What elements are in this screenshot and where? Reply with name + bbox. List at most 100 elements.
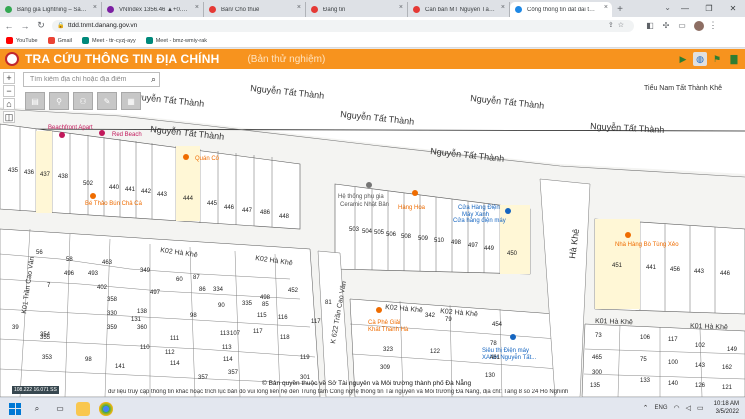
sidebar-icon[interactable]: ▭	[674, 21, 690, 30]
vnindex-favicon-icon	[107, 6, 114, 13]
search-icon[interactable]: ⌕	[30, 402, 44, 416]
menu-icon[interactable]: ⋮	[706, 20, 720, 31]
chat-icon[interactable]: ▇	[727, 52, 741, 66]
parcel-number: 87	[193, 275, 200, 281]
task-view-icon[interactable]: ▭	[53, 402, 67, 416]
reload-icon[interactable]: ↻	[34, 20, 48, 31]
tab-dang-tin[interactable]: Đăng tin ×	[306, 2, 408, 17]
play-icon[interactable]: ▶	[676, 52, 690, 66]
close-window-icon[interactable]: ✕	[721, 0, 745, 17]
close-icon[interactable]: ×	[604, 4, 608, 11]
parcel-number: 130	[485, 373, 496, 379]
file-explorer-icon[interactable]	[76, 401, 90, 416]
header-tools: ▶ ◍ ⚑ ▇	[673, 52, 741, 66]
chrome-icon[interactable]	[99, 401, 113, 416]
bookmark-label: Gmail	[57, 37, 72, 44]
zoom-in-button[interactable]: +	[3, 72, 15, 84]
bookmark-gmail[interactable]: Gmail	[47, 37, 72, 44]
zoom-out-button[interactable]: −	[3, 85, 15, 97]
close-icon[interactable]: ×	[399, 4, 403, 11]
poi-marker-icon[interactable]	[183, 154, 189, 160]
bookmark-youtube[interactable]: YouTube	[6, 37, 38, 44]
extension-icons: ◧ ✣ ▭	[642, 21, 690, 30]
bookmark-meet-2[interactable]: Meet - bmz-wmiy-rak	[145, 37, 207, 44]
zoom-search-icon[interactable]: ⚲	[49, 92, 69, 110]
windows-start-icon[interactable]	[9, 402, 21, 415]
basemap-icon[interactable]: ◍	[693, 52, 707, 66]
puzzle-icon[interactable]: ✣	[658, 21, 674, 30]
parcel-number: 60	[176, 277, 183, 283]
tab-vnindex[interactable]: VNIndex 1356.46 ▲+0.58% ×	[102, 2, 204, 17]
lock-icon[interactable]: 🔒	[57, 22, 64, 29]
parcel-number: 461	[490, 355, 501, 361]
app-header: TRA CỨU THÔNG TIN ĐỊA CHÍNH (Bản thử ngh…	[0, 49, 745, 69]
volume-icon[interactable]: ◁	[686, 404, 691, 412]
search-icon[interactable]: ⌕	[151, 74, 156, 85]
parcel-number: 111	[170, 336, 180, 342]
parcel-number: 349	[140, 268, 151, 274]
tab-search-icon[interactable]: ⌄	[664, 3, 671, 12]
parcel-number: 334	[213, 287, 224, 293]
poi-marker-icon[interactable]	[625, 232, 631, 238]
search-box: ⌕	[23, 72, 160, 87]
parcel-number: 133	[640, 378, 651, 384]
poi-marker-icon[interactable]	[510, 334, 516, 340]
youtube-icon	[6, 37, 13, 44]
wifi-icon[interactable]: ◠	[674, 404, 680, 412]
map-canvas[interactable]: Nguyễn Tất Thành Nguyễn Tất Thành Nguyễn…	[0, 69, 745, 397]
parcel-number: 504	[362, 229, 373, 235]
forward-icon[interactable]: →	[18, 21, 32, 31]
flag-icon[interactable]: ⚑	[710, 52, 724, 66]
poi-marker-icon[interactable]	[366, 182, 372, 188]
parcel-number: 449	[484, 246, 495, 252]
parcel-number: 73	[595, 333, 602, 339]
close-icon[interactable]: ×	[195, 4, 199, 11]
language-indicator[interactable]: ENG	[655, 405, 668, 411]
close-icon[interactable]: ×	[297, 4, 301, 11]
document-icon[interactable]: ▤	[25, 92, 45, 110]
parcel-number: 106	[640, 335, 651, 341]
avatar[interactable]	[694, 20, 704, 31]
layers-icon[interactable]: ◫	[3, 111, 15, 123]
tab-can-ban[interactable]: Căn bán MT Nguyễn Tất Tr ×	[408, 2, 510, 17]
portal-favicon-icon	[515, 6, 522, 13]
share-star-icons[interactable]: ⇪☆	[608, 21, 628, 29]
extension-icon[interactable]: ◧	[642, 21, 658, 30]
grid-icon[interactable]: ▦	[121, 92, 141, 110]
address-bar[interactable]: 🔒 ttdd.tnmt.danang.gov.vn ⇪☆	[52, 19, 634, 32]
poi-marker-icon[interactable]	[99, 130, 105, 136]
parcel-number: 85	[262, 302, 269, 308]
road-label-ntt: Nguyễn Tất Thành	[150, 124, 225, 142]
window-controls: — ❐ ✕	[673, 0, 745, 17]
poi-label: Cửa Hàng Điện	[458, 204, 500, 211]
poi-label: Khát Thành Hà	[368, 327, 409, 333]
poi-marker-icon[interactable]	[412, 190, 418, 196]
maximize-icon[interactable]: ❐	[697, 0, 721, 17]
tab-ban-cho-thue[interactable]: Bán/ Cho thuê ×	[204, 2, 306, 17]
search-input[interactable]	[30, 76, 142, 83]
minimize-icon[interactable]: —	[673, 0, 697, 17]
parcel-number: 7	[47, 283, 51, 289]
close-icon[interactable]: ×	[501, 4, 505, 11]
clock[interactable]: 10:18 AM 3/5/2022	[714, 400, 739, 416]
poi-label: Beachfront Apart	[48, 125, 93, 131]
back-icon[interactable]: ←	[2, 21, 16, 31]
poi-marker-icon[interactable]	[59, 132, 65, 138]
bookmark-meet-1[interactable]: Meet - ttr-cyzj-ayy	[82, 37, 136, 44]
tab-lightning[interactable]: Bảng giá Lightning – Sàn c ×	[0, 2, 102, 17]
tab-cong-thong-tin[interactable]: Cổng thông tin đất đai thàn ×	[510, 2, 612, 17]
chevron-up-icon[interactable]: ⌃	[643, 404, 649, 412]
coordinate-readout: 108.222 16.071 SS	[12, 386, 59, 394]
parcel-number: 506	[386, 232, 397, 238]
parcel-number: 402	[97, 285, 108, 291]
poi-marker-icon[interactable]	[376, 307, 382, 313]
poi-marker-icon[interactable]	[90, 193, 96, 199]
user-search-icon[interactable]: ⚇	[73, 92, 93, 110]
home-icon[interactable]: ⌂	[3, 98, 15, 110]
parcel-number: 456	[670, 267, 681, 273]
new-tab-button[interactable]: +	[612, 2, 628, 17]
pencil-icon[interactable]: ✎	[97, 92, 117, 110]
close-icon[interactable]: ×	[93, 4, 97, 11]
poi-marker-icon[interactable]	[505, 208, 511, 214]
battery-icon[interactable]: ▭	[697, 404, 704, 412]
